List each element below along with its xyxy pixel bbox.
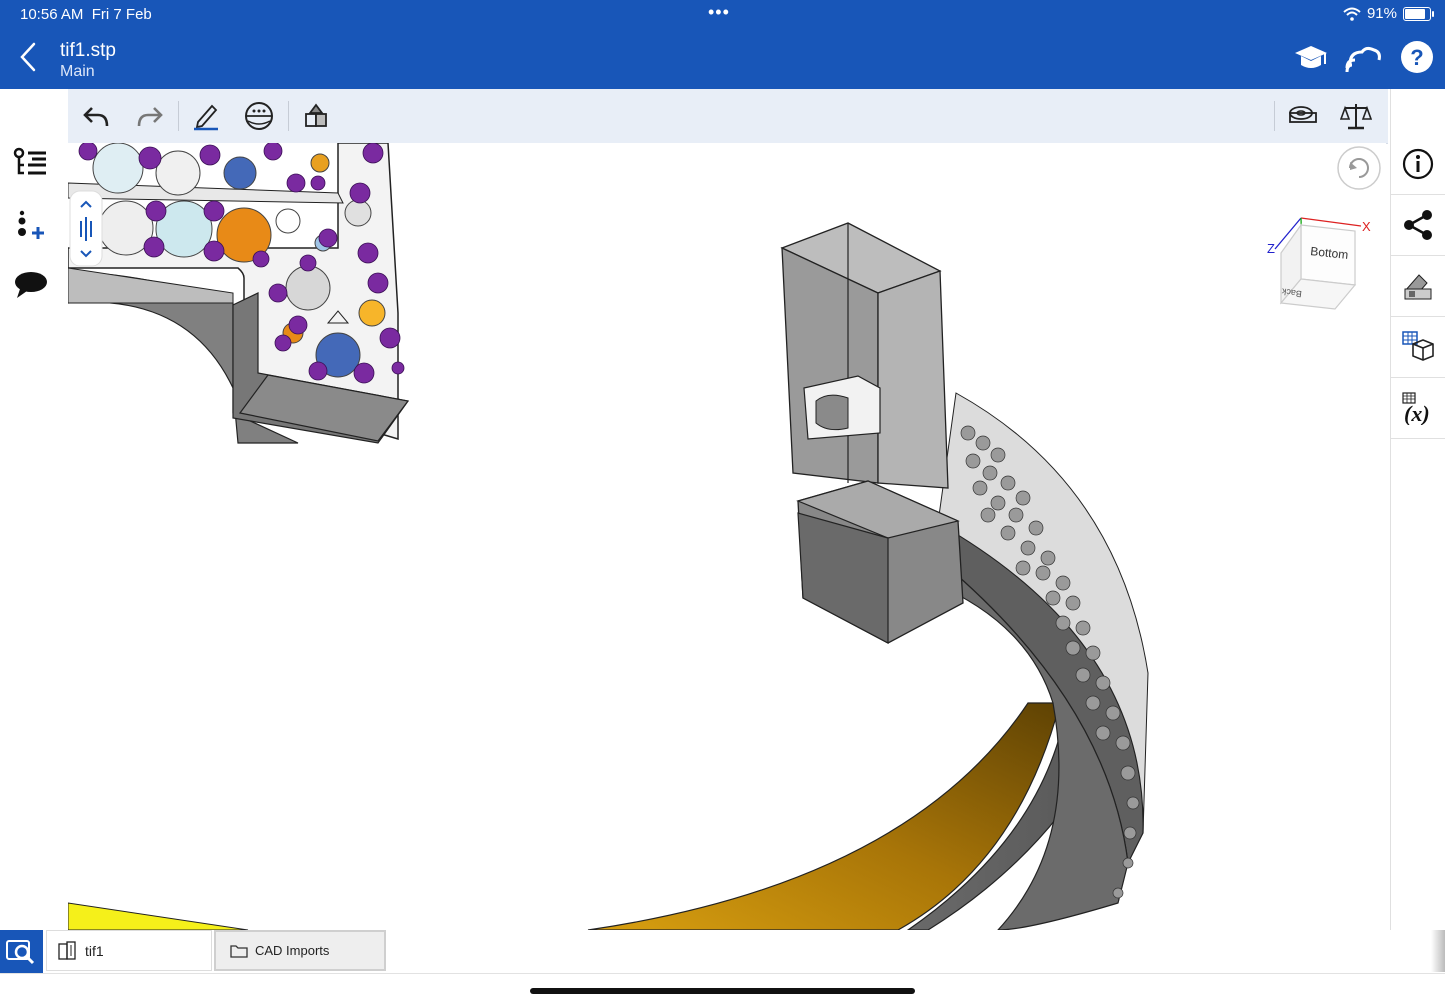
graduation-cap-icon[interactable]	[1292, 38, 1330, 76]
tab-document-label: tif1	[85, 942, 104, 959]
mass-properties-icon[interactable]	[1340, 100, 1372, 132]
status-right: 91%	[1343, 5, 1434, 22]
ring-band-part[interactable]	[68, 392, 1149, 930]
feature-tree-icon[interactable]	[12, 145, 48, 181]
status-time: 10:56 AM Fri 7 Feb	[20, 6, 152, 23]
appearance-icon	[1404, 274, 1432, 300]
document-title: tif1.stp	[60, 40, 116, 61]
cloud-signal-icon[interactable]	[1344, 38, 1382, 76]
view-cube[interactable]: X Z Y Bottom Back	[1267, 217, 1371, 310]
bom-button[interactable]	[1391, 317, 1445, 378]
measure-tape-icon[interactable]	[1286, 100, 1318, 132]
info-button[interactable]	[1391, 134, 1445, 195]
toolbar-divider	[1274, 101, 1275, 131]
tab-scroll-edge	[1431, 930, 1445, 972]
back-chevron-icon[interactable]	[16, 40, 42, 74]
wifi-icon	[1343, 7, 1361, 21]
svg-text:?: ?	[1410, 45, 1423, 70]
search-documents-icon	[6, 940, 35, 965]
variables-button[interactable]: (x)	[1391, 378, 1445, 439]
part-studio-icon	[58, 940, 76, 960]
parts-shapes-icon[interactable]	[300, 100, 332, 132]
battery-percent: 91%	[1366, 5, 1397, 22]
level-slider[interactable]	[69, 190, 103, 267]
workspace-name: Main	[60, 63, 95, 80]
add-mate-icon[interactable]	[12, 207, 48, 243]
gem-frame-part[interactable]	[68, 143, 410, 444]
left-rail	[0, 89, 60, 930]
info-icon	[1402, 148, 1434, 180]
redo-icon[interactable]	[134, 100, 166, 132]
help-icon[interactable]: ?	[1398, 38, 1436, 76]
appearance-button[interactable]	[1391, 256, 1445, 317]
app-header: 10:56 AM Fri 7 Feb ••• 91% tif1.stp Main…	[0, 0, 1445, 89]
graphics-toolbar	[68, 89, 1388, 144]
bom-cube-icon	[1402, 331, 1434, 361]
axis-x-label: X	[1362, 219, 1371, 234]
variables-icon: (x)	[1402, 392, 1430, 425]
sketch-pen-icon[interactable]	[190, 100, 222, 132]
tab-bar-divider	[0, 973, 1445, 974]
plane-sphere-icon[interactable]	[243, 100, 275, 132]
tab-bar: tif1 CAD Imports	[0, 930, 1445, 1004]
axis-z-label: Z	[1267, 241, 1275, 256]
folder-icon	[230, 944, 248, 958]
battery-icon	[1403, 6, 1434, 21]
toolbar-divider	[178, 101, 179, 131]
svg-text:(x): (x)	[1404, 401, 1430, 425]
toolbar-divider	[288, 101, 289, 131]
search-tab-button[interactable]	[0, 930, 43, 973]
tab-folder-label: CAD Imports	[255, 943, 330, 958]
cad-model-viewport[interactable]: X Z Y Bottom Back	[68, 143, 1386, 930]
clasp-part[interactable]	[780, 222, 964, 644]
rotate-view-button[interactable]	[1337, 146, 1381, 190]
share-button[interactable]	[1391, 195, 1445, 256]
graphics-area[interactable]: X Z Y Bottom Back	[68, 143, 1386, 930]
undo-icon[interactable]	[80, 100, 112, 132]
share-icon	[1404, 210, 1432, 240]
home-indicator[interactable]	[530, 988, 915, 994]
tab-document[interactable]: tif1	[46, 930, 212, 971]
right-rail: (x)	[1390, 89, 1445, 930]
tab-folder[interactable]: CAD Imports	[214, 930, 386, 971]
multitasking-dots-icon[interactable]: •••	[708, 2, 730, 23]
comment-icon[interactable]	[12, 267, 48, 303]
